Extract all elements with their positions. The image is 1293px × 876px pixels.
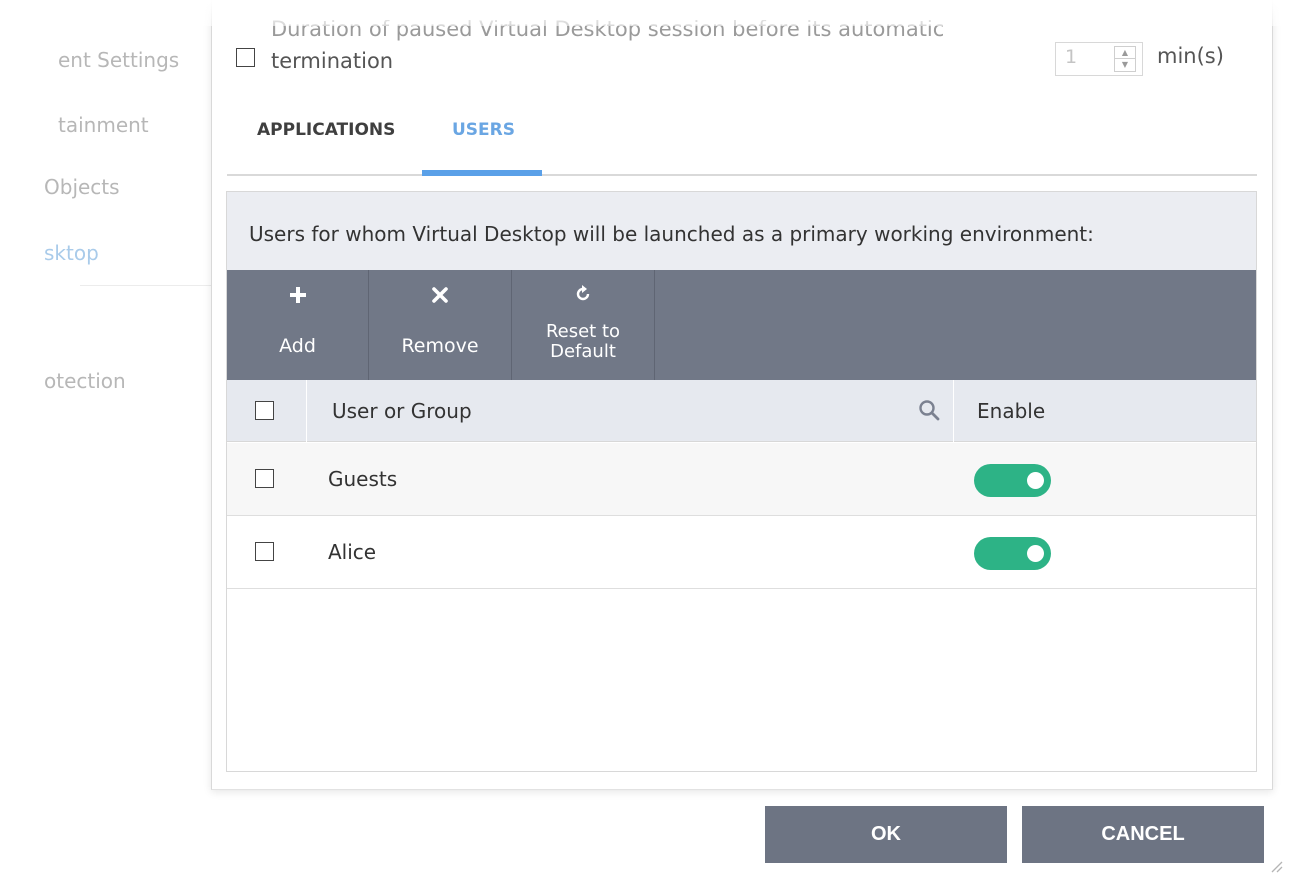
refresh-icon	[512, 284, 654, 310]
settings-sidebar: ent Settings tainment Objects sktop otec…	[0, 0, 212, 790]
sidebar-item-ent-settings[interactable]: ent Settings	[58, 48, 179, 72]
remove-button[interactable]: Remove	[369, 270, 512, 380]
reset-to-default-button[interactable]: Reset to Default	[512, 270, 655, 380]
toggle-knob	[1027, 545, 1044, 562]
remove-label: Remove	[401, 335, 479, 357]
x-icon	[369, 284, 511, 310]
panel-description: Users for whom Virtual Desktop will be l…	[249, 222, 1094, 246]
active-tab-indicator	[422, 170, 542, 176]
spin-down-icon[interactable]: ▼	[1115, 59, 1135, 71]
panel-header: Users for whom Virtual Desktop will be l…	[227, 192, 1256, 270]
resize-grip-icon[interactable]	[1269, 858, 1283, 873]
duration-spinbox[interactable]: 1 ▲ ▼	[1055, 42, 1143, 76]
spin-up-icon[interactable]: ▲	[1115, 47, 1135, 59]
duration-checkbox[interactable]	[236, 48, 255, 67]
users-panel: Users for whom Virtual Desktop will be l…	[226, 191, 1257, 772]
search-icon[interactable]	[917, 398, 941, 422]
toggle-knob	[1027, 472, 1044, 489]
row-checkbox[interactable]	[255, 542, 274, 561]
sidebar-item-containment[interactable]: tainment	[58, 113, 149, 137]
add-label: Add	[279, 335, 316, 357]
enable-toggle[interactable]	[974, 464, 1051, 497]
enable-toggle[interactable]	[974, 537, 1051, 570]
plus-icon	[227, 284, 368, 310]
duration-setting-row: Duration of paused Virtual Desktop sessi…	[233, 20, 1263, 90]
row-user-name: Guests	[328, 467, 398, 491]
reset-label-line2: Default	[550, 341, 616, 362]
users-toolbar: Add Remove Reset to Default	[227, 270, 1256, 380]
sidebar-item-objects[interactable]: Objects	[44, 175, 120, 199]
add-button[interactable]: Add	[227, 270, 369, 380]
row-checkbox[interactable]	[255, 469, 274, 488]
row-user-name: Alice	[328, 540, 377, 564]
duration-label-line1: Duration of paused Virtual Desktop sessi…	[271, 20, 945, 41]
select-all-checkbox[interactable]	[255, 401, 274, 420]
column-divider	[953, 380, 954, 442]
column-header-user[interactable]: User or Group	[332, 399, 472, 423]
reset-label: Reset to Default	[512, 322, 654, 362]
duration-unit-label: min(s)	[1157, 44, 1224, 68]
reset-label-line1: Reset to	[545, 321, 621, 342]
duration-label-line2: termination	[271, 49, 394, 73]
sidebar-item-virtual-desktop[interactable]: sktop	[44, 241, 99, 265]
tab-applications[interactable]: APPLICATIONS	[257, 120, 395, 140]
column-header-enable[interactable]: Enable	[977, 399, 1045, 423]
spin-buttons: ▲ ▼	[1114, 46, 1136, 72]
table-header: User or Group Enable	[227, 380, 1256, 442]
duration-label: Duration of paused Virtual Desktop sessi…	[271, 20, 1011, 80]
sidebar-divider	[80, 285, 212, 286]
select-all-cell	[227, 380, 307, 442]
sidebar-item-protection[interactable]: otection	[44, 369, 126, 393]
tab-bar: APPLICATIONS USERS	[227, 110, 1257, 176]
table-row[interactable]: Guests	[227, 443, 1256, 516]
cancel-button[interactable]: CANCEL	[1022, 806, 1264, 863]
tab-users[interactable]: USERS	[452, 120, 515, 140]
table-row[interactable]: Alice	[227, 516, 1256, 589]
ok-button[interactable]: OK	[765, 806, 1007, 863]
duration-value[interactable]: 1	[1065, 46, 1077, 68]
